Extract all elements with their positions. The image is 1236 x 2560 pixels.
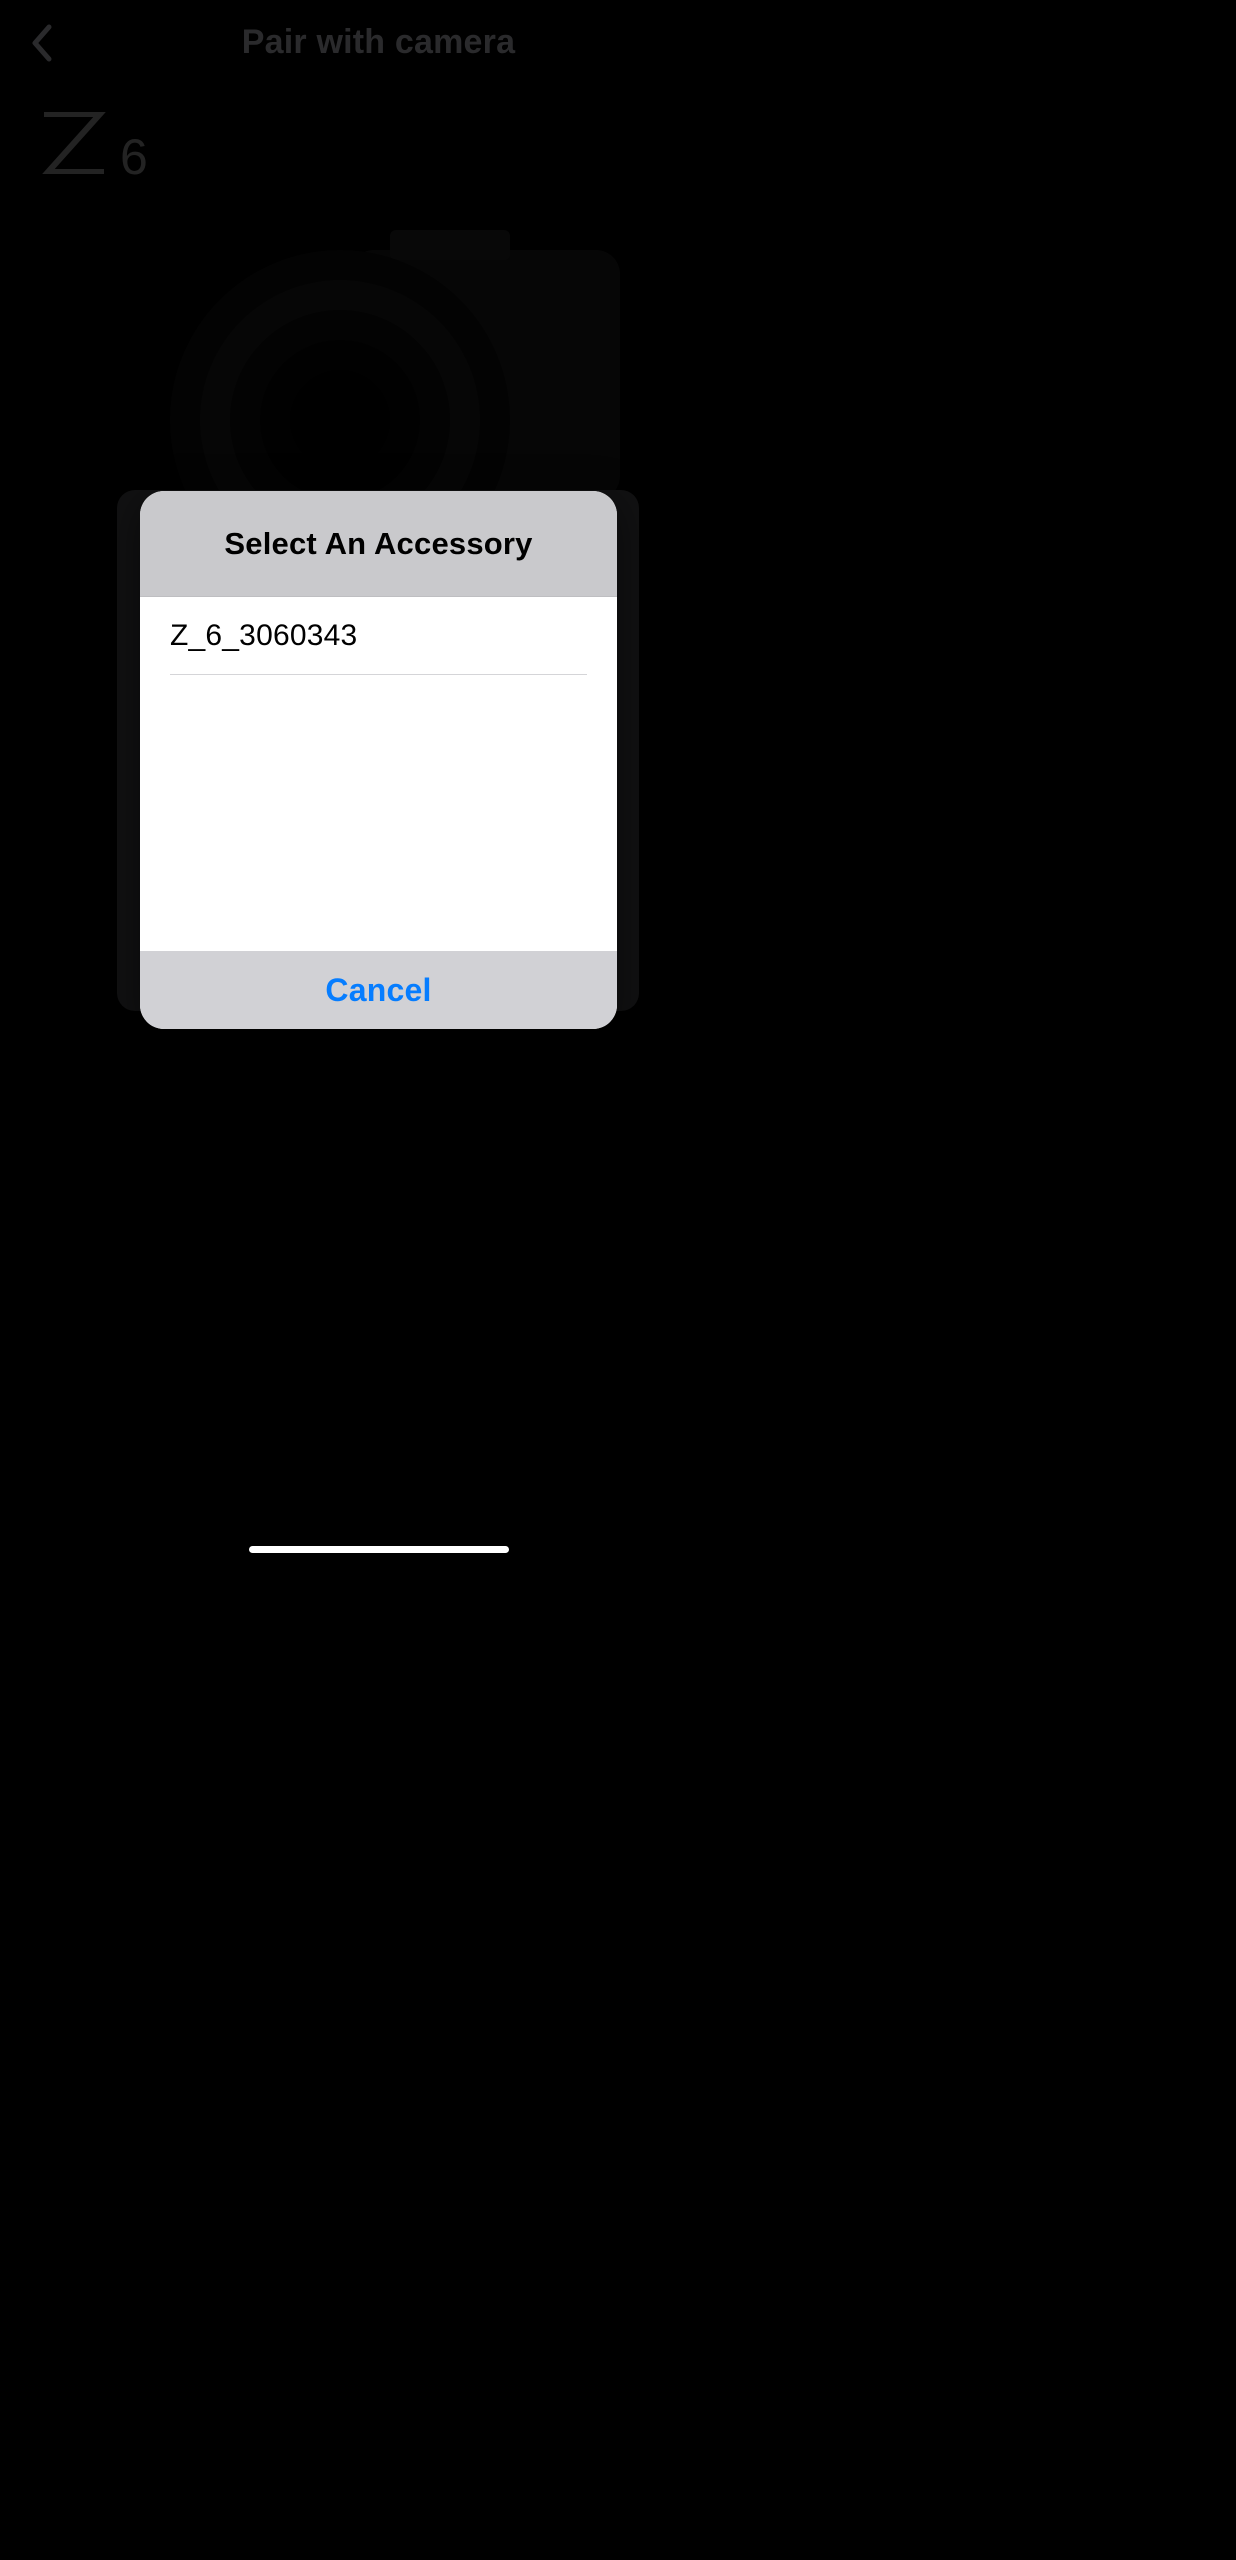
- cancel-label: Cancel: [325, 972, 431, 1009]
- accessory-item[interactable]: Z_6_3060343: [170, 597, 587, 675]
- cancel-button[interactable]: Cancel: [140, 951, 617, 1029]
- modal-header: Select An Accessory: [140, 491, 617, 597]
- home-indicator[interactable]: [249, 1546, 509, 1553]
- accessory-list[interactable]: Z_6_3060343: [140, 597, 617, 951]
- accessory-picker-modal: Select An Accessory Z_6_3060343 Cancel: [140, 491, 617, 1029]
- modal-title: Select An Accessory: [224, 526, 532, 562]
